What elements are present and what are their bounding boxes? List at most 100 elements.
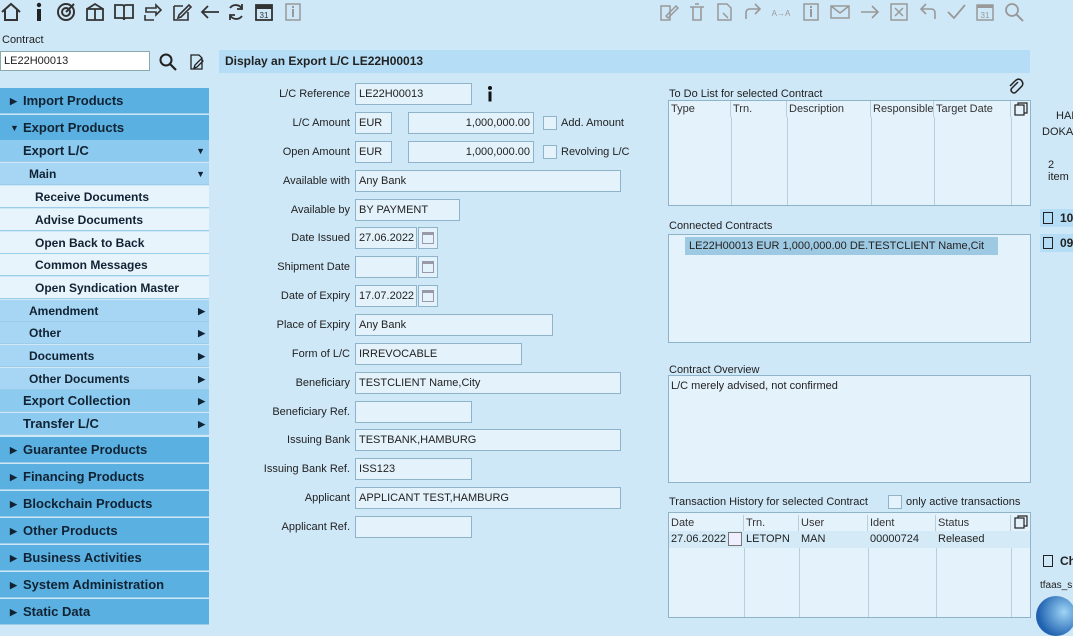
search-icon[interactable]: [158, 52, 178, 72]
cancel-box-icon[interactable]: [888, 1, 910, 23]
todo-col-description[interactable]: Description: [787, 101, 871, 117]
connected-contract-row[interactable]: LE22H00013 EUR 1,000,000.00 DE.TESTCLIEN…: [685, 237, 998, 255]
right-ch-item[interactable]: Ch: [1040, 552, 1073, 570]
open-amount-currency[interactable]: EUR: [355, 141, 392, 163]
back-arrow-icon[interactable]: [199, 1, 221, 23]
copy-icon[interactable]: [1014, 102, 1028, 116]
sidebar-item-transfer-l-c[interactable]: Transfer L/C ▶: [0, 413, 209, 435]
zoom-icon[interactable]: [1003, 1, 1025, 23]
sidebar-item-common-messages[interactable]: Common Messages: [0, 254, 209, 276]
info-box-icon[interactable]: [800, 1, 822, 23]
sidebar-item-main[interactable]: Main ▼: [0, 163, 209, 185]
date-issued-calendar-icon[interactable]: [418, 227, 438, 249]
sidebar-item-open-back-to-back[interactable]: Open Back to Back: [0, 232, 209, 254]
todo-col-responsible[interactable]: Responsible: [871, 101, 934, 117]
sidebar-item-receive-documents[interactable]: Receive Documents: [0, 186, 209, 208]
right-doc-item-1[interactable]: 10: [1040, 209, 1073, 227]
table-row[interactable]: 27.06.2022 LETOPN MAN 00000724 Released: [669, 531, 1030, 548]
issuing-bank-field[interactable]: TESTBANK,HAMBURG: [355, 429, 621, 451]
sidebar-item-system-administration[interactable]: System Administration ▶: [0, 572, 209, 598]
history-col-ident[interactable]: Ident: [868, 515, 936, 531]
sidebar-item-other[interactable]: Other ▶: [0, 322, 209, 344]
sidebar-item-financing-products[interactable]: Financing Products ▶: [0, 464, 209, 490]
form-of-lc-field[interactable]: IRREVOCABLE: [355, 343, 522, 365]
applicant-field[interactable]: APPLICANT TEST,HAMBURG: [355, 487, 621, 509]
date-of-expiry-calendar-icon[interactable]: [418, 285, 438, 307]
date-of-expiry-field[interactable]: 17.07.2022: [355, 285, 417, 307]
cycle-icon[interactable]: [142, 1, 164, 23]
info-icon[interactable]: [485, 85, 495, 103]
todo-col-type[interactable]: Type: [669, 101, 731, 117]
applicant-ref-field[interactable]: [355, 516, 472, 538]
contract-edit-icon[interactable]: [188, 53, 206, 71]
history-col-date[interactable]: Date: [669, 515, 744, 531]
sidebar-item-open-syndication-master[interactable]: Open Syndication Master: [0, 277, 209, 299]
sidebar-item-other-documents[interactable]: Other Documents ▶: [0, 368, 209, 390]
gift-icon[interactable]: [84, 1, 106, 23]
contract-input[interactable]: LE22H00013: [0, 51, 150, 71]
target-icon[interactable]: [55, 1, 77, 23]
place-of-expiry-field[interactable]: Any Bank: [355, 314, 553, 336]
history-col-user[interactable]: User: [799, 515, 868, 531]
undo-icon[interactable]: [917, 1, 939, 23]
beneficiary-ref-field[interactable]: [355, 401, 472, 423]
todo-col-trn[interactable]: Trn.: [731, 101, 787, 117]
connected-list: LE22H00013 EUR 1,000,000.00 DE.TESTCLIEN…: [668, 234, 1031, 343]
todo-col-target-date[interactable]: Target Date: [934, 101, 1011, 117]
edit-pen-icon[interactable]: [658, 1, 680, 23]
info-icon[interactable]: [28, 1, 50, 23]
calendar-31-icon[interactable]: 31: [974, 1, 996, 23]
available-with-field[interactable]: Any Bank: [355, 170, 621, 192]
home-icon[interactable]: [0, 1, 22, 23]
sidebar-item-advise-documents[interactable]: Advise Documents: [0, 209, 209, 231]
info-small-icon[interactable]: [282, 1, 304, 23]
sidebar-item-import-products[interactable]: Import Products ▶: [0, 88, 209, 114]
sidebar-item-amendment[interactable]: Amendment ▶: [0, 300, 209, 322]
book-icon[interactable]: [113, 1, 135, 23]
issuing-bank-ref-field[interactable]: ISS123: [355, 458, 472, 480]
sidebar-item-blockchain-products[interactable]: Blockchain Products ▶: [0, 491, 209, 517]
shipment-date-field[interactable]: [355, 256, 417, 278]
trash-icon[interactable]: [686, 1, 708, 23]
lc-reference-field[interactable]: LE22H00013: [355, 83, 472, 105]
lc-amount-value[interactable]: 1,000,000.00: [408, 112, 534, 134]
shipment-date-label: Shipment Date: [277, 261, 350, 273]
sidebar-item-export-l-c[interactable]: Export L/C ▼: [0, 140, 209, 162]
right-doc-2-label: 09: [1060, 236, 1073, 250]
open-amount-value[interactable]: 1,000,000.00: [408, 141, 534, 163]
sidebar-item-other-products[interactable]: Other Products ▶: [0, 518, 209, 544]
revolving-checkbox[interactable]: [543, 145, 557, 159]
attach-doc-icon[interactable]: [714, 1, 736, 23]
sidebar-item-export-products[interactable]: Export Products ▼: [0, 115, 209, 141]
history-col-status[interactable]: Status: [936, 515, 1011, 531]
sidebar-item-label: Guarantee Products: [23, 442, 148, 457]
beneficiary-field[interactable]: TESTCLIENT Name,City: [355, 372, 621, 394]
right-doc-item-2[interactable]: 09: [1040, 234, 1073, 252]
overview-box[interactable]: L/C merely advised, not confirmed: [668, 375, 1031, 483]
sidebar-item-guarantee-products[interactable]: Guarantee Products ▶: [0, 437, 209, 463]
beneficiary-ref-label: Beneficiary Ref.: [272, 406, 350, 418]
paperclip-icon[interactable]: [1006, 77, 1024, 95]
history-col-trn[interactable]: Trn.: [744, 515, 799, 531]
swap-icon[interactable]: A→A: [770, 1, 792, 23]
arrow-right-icon[interactable]: [859, 1, 881, 23]
only-active-checkbox[interactable]: [888, 495, 902, 509]
date-issued-field[interactable]: 27.06.2022: [355, 227, 417, 249]
check-icon[interactable]: [945, 1, 967, 23]
lc-amount-currency[interactable]: EUR: [355, 112, 392, 134]
sidebar-item-export-collection[interactable]: Export Collection ▶: [0, 390, 209, 412]
forward-icon[interactable]: [742, 1, 764, 23]
sidebar-item-documents[interactable]: Documents ▶: [0, 345, 209, 367]
available-by-field[interactable]: BY PAYMENT: [355, 199, 460, 221]
shipment-date-calendar-icon[interactable]: [418, 256, 438, 278]
calendar-icon[interactable]: 31: [253, 1, 275, 23]
sidebar-item-label: Business Activities: [23, 550, 142, 565]
copy-icon[interactable]: [1014, 515, 1028, 529]
memo-icon[interactable]: [728, 532, 742, 546]
add-amount-checkbox[interactable]: [543, 116, 557, 130]
sidebar-item-static-data[interactable]: Static Data ▶: [0, 599, 209, 625]
edit-icon[interactable]: [171, 1, 193, 23]
mail-icon[interactable]: [829, 1, 851, 23]
sidebar-item-business-activities[interactable]: Business Activities ▶: [0, 545, 209, 571]
refresh-icon[interactable]: [225, 1, 247, 23]
